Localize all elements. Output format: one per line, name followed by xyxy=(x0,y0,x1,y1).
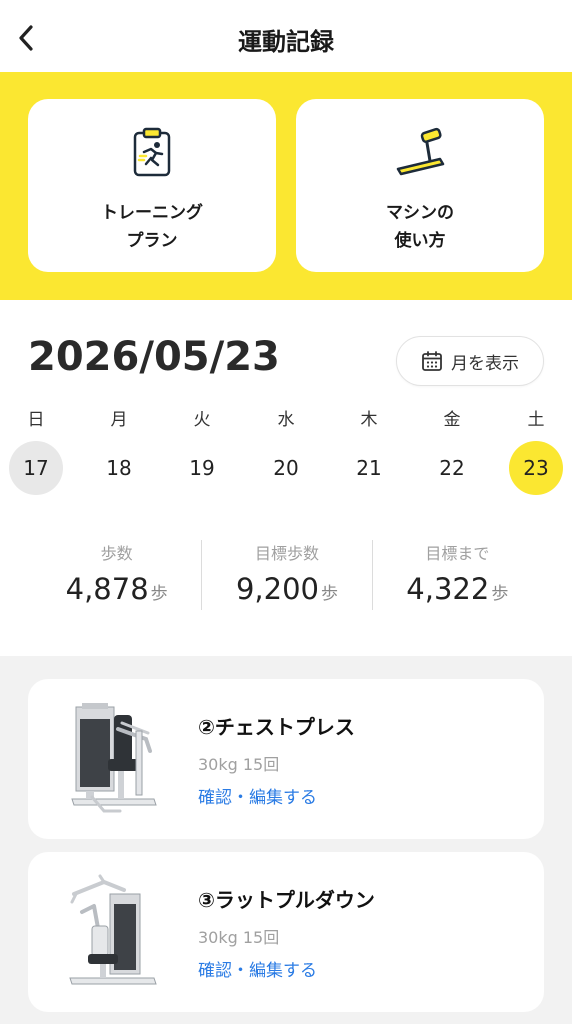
machine-card-lat-pulldown[interactable]: ③ラットプルダウン 30kg 15回 確認・編集する xyxy=(28,852,544,1012)
day-number: 21 xyxy=(356,456,382,480)
show-month-button[interactable]: 月を表示 xyxy=(396,336,544,386)
show-month-label: 月を表示 xyxy=(451,353,519,374)
stat-value: 4,878 xyxy=(65,572,149,606)
edit-link[interactable]: 確認・編集する xyxy=(198,783,317,808)
training-plan-label-line2: プラン xyxy=(126,231,178,251)
day-number: 20 xyxy=(273,456,299,480)
stat-value: 4,322 xyxy=(406,572,490,606)
day-wed[interactable]: 水 20 xyxy=(259,405,313,495)
app-header: 運動記録 xyxy=(0,0,572,72)
calendar-icon xyxy=(422,351,442,371)
day-of-week: 日 xyxy=(27,410,45,430)
machine-usage-label-line2: 使い方 xyxy=(394,231,446,251)
day-number: 19 xyxy=(189,456,215,480)
day-number: 17 xyxy=(9,441,63,495)
edit-link[interactable]: 確認・編集する xyxy=(198,956,317,981)
machine-name: ②チェストプレス xyxy=(198,715,355,739)
stat-unit: 歩 xyxy=(150,584,168,604)
training-plan-label-line1: トレーニング xyxy=(101,203,203,223)
day-sun[interactable]: 日 17 xyxy=(9,405,63,495)
stat-label: 目標歩数 xyxy=(254,544,319,563)
machine-detail: 30kg 15回 xyxy=(198,755,280,774)
week-strip: 日 17 月 18 火 19 水 20 木 21 金 22 土 23 xyxy=(0,405,572,495)
day-of-week: 月 xyxy=(110,410,128,430)
day-mon[interactable]: 月 18 xyxy=(92,405,146,495)
stat-unit: 歩 xyxy=(491,584,509,604)
day-of-week: 水 xyxy=(277,410,295,430)
stat-remaining-steps: 目標まで 4,322 歩 xyxy=(373,540,542,610)
machine-detail: 30kg 15回 xyxy=(198,928,280,947)
machine-usage-label-line1: マシンの xyxy=(386,203,454,223)
page-title: 運動記録 xyxy=(238,28,334,56)
day-fri[interactable]: 金 22 xyxy=(425,405,479,495)
machine-usage-card[interactable]: マシンの 使い方 xyxy=(296,99,544,272)
day-of-week: 土 xyxy=(527,410,545,430)
day-of-week: 金 xyxy=(443,410,461,430)
day-of-week: 火 xyxy=(193,410,211,430)
stat-value: 9,200 xyxy=(235,572,319,606)
stat-label: 歩数 xyxy=(100,544,133,563)
quick-links-band: トレーニング プラン マシンの 使い方 xyxy=(0,72,572,300)
day-sat[interactable]: 土 23 xyxy=(509,405,563,495)
machine-name: ③ラットプルダウン xyxy=(198,888,375,912)
day-number: 22 xyxy=(439,456,465,480)
step-stats: 歩数 4,878 歩 目標歩数 9,200 歩 目標まで 4,322 歩 xyxy=(32,540,542,610)
lat-pulldown-machine-image xyxy=(69,874,157,985)
day-tue[interactable]: 火 19 xyxy=(175,405,229,495)
day-thu[interactable]: 木 21 xyxy=(342,405,396,495)
selected-date: 2026/05/23 xyxy=(28,334,280,380)
training-plan-card[interactable]: トレーニング プラン xyxy=(28,99,276,272)
chest-press-machine-image xyxy=(71,703,157,813)
machine-list: ②チェストプレス 30kg 15回 確認・編集する ③ラットプルダウン 30kg… xyxy=(0,656,572,1024)
day-number-selected: 23 xyxy=(509,441,563,495)
treadmill-icon xyxy=(390,123,450,183)
stat-unit: 歩 xyxy=(321,584,338,604)
stat-goal-steps: 目標歩数 9,200 歩 xyxy=(202,540,373,610)
stat-steps: 歩数 4,878 歩 xyxy=(32,540,203,610)
day-number: 18 xyxy=(106,456,132,480)
stat-label: 目標まで xyxy=(425,544,490,563)
day-of-week: 木 xyxy=(360,410,378,430)
machine-card-chest-press[interactable]: ②チェストプレス 30kg 15回 確認・編集する xyxy=(28,679,544,839)
clipboard-runner-icon xyxy=(122,123,182,183)
